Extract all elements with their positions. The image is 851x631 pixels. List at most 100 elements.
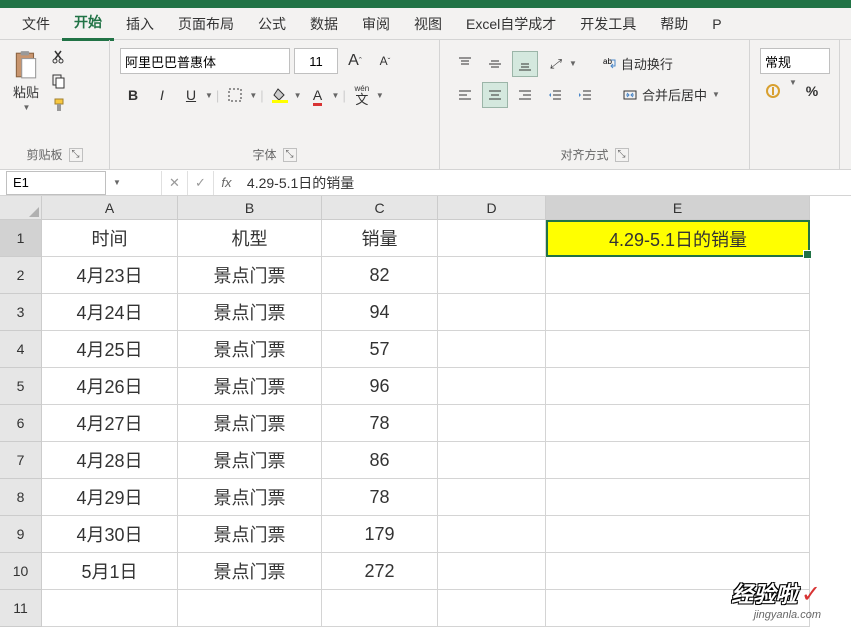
phonetic-button[interactable]: wén文 [349, 82, 375, 108]
tab-help[interactable]: 帮助 [648, 8, 700, 40]
tab-review[interactable]: 审阅 [350, 8, 402, 40]
cell[interactable]: 景点门票 [178, 405, 322, 442]
cell[interactable]: 4月29日 [42, 479, 178, 516]
cell[interactable]: 时间 [42, 220, 178, 257]
cell[interactable]: 5月1日 [42, 553, 178, 590]
align-center-icon[interactable] [482, 82, 508, 108]
cell[interactable] [546, 442, 810, 479]
row-header[interactable]: 6 [0, 405, 42, 442]
number-format-select[interactable] [760, 48, 830, 74]
row-header[interactable]: 5 [0, 368, 42, 405]
tab-pagelayout[interactable]: 页面布局 [166, 8, 246, 40]
border-button[interactable] [222, 82, 248, 108]
row-header[interactable]: 2 [0, 257, 42, 294]
wrap-text-button[interactable]: ab 自动换行 [595, 50, 679, 77]
row-header[interactable]: 11 [0, 590, 42, 627]
cell[interactable]: 4月26日 [42, 368, 178, 405]
row-header[interactable]: 3 [0, 294, 42, 331]
cell[interactable]: 景点门票 [178, 442, 322, 479]
cell[interactable] [438, 368, 546, 405]
cell[interactable]: 景点门票 [178, 331, 322, 368]
name-box[interactable] [6, 171, 106, 195]
row-header[interactable]: 8 [0, 479, 42, 516]
col-header-c[interactable]: C [322, 196, 438, 220]
cell[interactable]: 78 [322, 405, 438, 442]
fx-icon[interactable]: fx [213, 171, 239, 195]
cell[interactable]: 销量 [322, 220, 438, 257]
select-all-corner[interactable] [0, 196, 42, 220]
paste-button[interactable]: 粘贴 ▼ [10, 48, 42, 114]
orientation-icon[interactable]: ⤢ [542, 51, 568, 77]
bold-button[interactable]: B [120, 82, 146, 108]
cell[interactable] [438, 294, 546, 331]
row-header[interactable]: 1 [0, 220, 42, 257]
accounting-format-icon[interactable] [760, 78, 786, 104]
cell[interactable]: 94 [322, 294, 438, 331]
tab-insert[interactable]: 插入 [114, 8, 166, 40]
font-name-select[interactable] [120, 48, 290, 74]
cell[interactable] [438, 331, 546, 368]
col-header-b[interactable]: B [178, 196, 322, 220]
tab-view[interactable]: 视图 [402, 8, 454, 40]
align-bottom-icon[interactable] [512, 51, 538, 77]
cell[interactable] [546, 257, 810, 294]
cell[interactable] [438, 257, 546, 294]
underline-button[interactable]: U [178, 82, 204, 108]
cell[interactable] [546, 405, 810, 442]
cell[interactable]: 179 [322, 516, 438, 553]
copy-icon[interactable] [50, 72, 68, 90]
cell[interactable] [546, 331, 810, 368]
increase-font-icon[interactable]: Aˆ [342, 48, 368, 74]
cell[interactable]: 4月27日 [42, 405, 178, 442]
cell[interactable] [438, 553, 546, 590]
cell[interactable]: 景点门票 [178, 516, 322, 553]
cell[interactable] [438, 405, 546, 442]
tab-home[interactable]: 开始 [62, 6, 114, 41]
tab-excel-self[interactable]: Excel自学成才 [454, 8, 568, 40]
cell[interactable]: 景点门票 [178, 257, 322, 294]
chevron-down-icon[interactable]: ▼ [376, 91, 384, 100]
formula-input[interactable]: 4.29-5.1日的销量 [239, 171, 851, 195]
chevron-down-icon[interactable]: ▼ [113, 178, 121, 187]
cell[interactable] [322, 590, 438, 627]
col-header-a[interactable]: A [42, 196, 178, 220]
cell[interactable]: 4月23日 [42, 257, 178, 294]
cell[interactable]: 86 [322, 442, 438, 479]
cell[interactable] [546, 479, 810, 516]
row-header[interactable]: 7 [0, 442, 42, 479]
cell[interactable]: 景点门票 [178, 294, 322, 331]
cell[interactable]: 4月30日 [42, 516, 178, 553]
align-launcher-icon[interactable]: ⤡ [615, 148, 629, 162]
cell[interactable] [546, 516, 810, 553]
cell[interactable]: 78 [322, 479, 438, 516]
row-header[interactable]: 9 [0, 516, 42, 553]
cell[interactable]: 272 [322, 553, 438, 590]
tab-developer[interactable]: 开发工具 [568, 8, 648, 40]
enter-icon[interactable]: ✓ [187, 171, 213, 195]
italic-button[interactable]: I [149, 82, 175, 108]
clipboard-launcher-icon[interactable]: ⤡ [69, 148, 83, 162]
increase-indent-icon[interactable] [572, 82, 598, 108]
row-header[interactable]: 4 [0, 331, 42, 368]
merge-center-button[interactable]: 合并后居中 ▼ [616, 81, 726, 108]
cell[interactable]: 景点门票 [178, 553, 322, 590]
cell[interactable]: 4月25日 [42, 331, 178, 368]
tab-formulas[interactable]: 公式 [246, 8, 298, 40]
chevron-down-icon[interactable]: ▼ [569, 59, 577, 68]
cell[interactable] [546, 368, 810, 405]
cell[interactable] [178, 590, 322, 627]
chevron-down-icon[interactable]: ▼ [294, 91, 302, 100]
align-top-icon[interactable] [452, 51, 478, 77]
decrease-font-icon[interactable]: Aˇ [372, 48, 398, 74]
cell[interactable]: 机型 [178, 220, 322, 257]
tab-p[interactable]: P [700, 10, 733, 38]
cell[interactable] [438, 220, 546, 257]
cell[interactable]: 4月28日 [42, 442, 178, 479]
cut-icon[interactable] [50, 48, 68, 66]
align-right-icon[interactable] [512, 82, 538, 108]
percent-icon[interactable]: % [799, 78, 825, 104]
tab-file[interactable]: 文件 [10, 8, 62, 40]
cell[interactable]: 82 [322, 257, 438, 294]
row-header[interactable]: 10 [0, 553, 42, 590]
tab-data[interactable]: 数据 [298, 8, 350, 40]
